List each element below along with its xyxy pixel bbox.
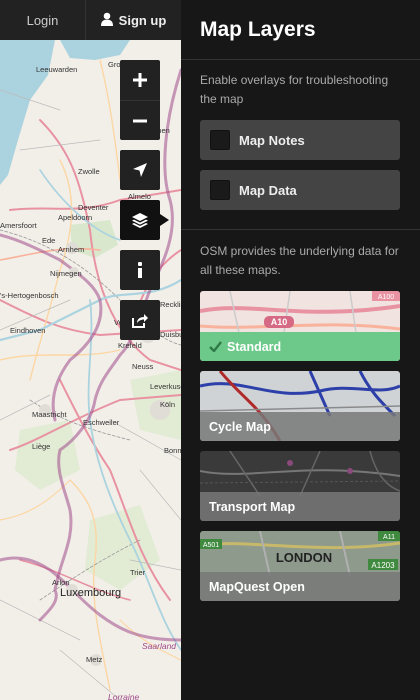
checkmark-icon [209,341,222,352]
city-label: Eindhoven [10,326,46,335]
city-label: Deventer [78,203,109,212]
layer-standard[interactable]: A100 A10 Standard [200,291,400,361]
plus-icon [133,73,147,87]
signup-button[interactable]: Sign up [86,0,181,40]
map-notes-checkbox[interactable] [210,130,230,150]
divider [181,229,420,230]
overlay-label: Map Data [239,182,297,198]
layer-label: Standard [227,339,282,354]
city-label: Amersfoort [0,221,37,230]
layer-label-bar: Standard [200,332,400,361]
city-label: Arnhem [58,245,85,254]
share-button[interactable] [120,300,160,340]
layer-label-bar: Transport Map [200,492,400,521]
overlay-map-notes[interactable]: Map Notes [200,120,400,160]
city-label: Arlon [52,578,70,587]
city-label: Duisburg [160,330,181,339]
divider [181,59,420,60]
city-label: Bonn [164,446,181,455]
top-bar: Login Sign up [0,0,181,40]
locate-button[interactable] [120,150,160,190]
map-data-checkbox[interactable] [210,180,230,200]
city-label: Recklinghausen [160,300,181,309]
layer-cycle-map[interactable]: Cycle Map [200,371,400,441]
layers-intro: OSM provides the underlying data for all… [200,244,399,277]
minus-icon [133,119,147,122]
city-label: Liège [32,442,51,451]
city-label: Metz [86,655,103,664]
city-label: Eschweiler [83,418,120,427]
city-label: Krefeld [118,341,142,350]
info-icon [138,262,142,278]
layers-button[interactable] [120,200,169,240]
panel-title: Map Layers [200,18,316,41]
layer-transport-map[interactable]: Transport Map [200,451,400,521]
thumb-city-label: LONDON [276,550,332,565]
zoom-in-button[interactable] [120,60,160,100]
layer-mapquest-open[interactable]: A501 A11 A1203 LONDON MapQuest Open [200,531,400,601]
city-label: Nijmegen [50,269,82,278]
layer-label: MapQuest Open [209,579,305,594]
region-label: Lorraine [108,692,140,700]
layer-label: Transport Map [209,499,296,514]
thumb-road-a: A501 [203,542,219,549]
info-button[interactable] [120,250,160,290]
overlays-intro: Enable overlays for troubleshooting the … [200,73,389,106]
city-label: Apeldoorn [58,213,93,222]
share-icon [132,313,148,328]
city-label: Zwolle [78,167,100,176]
login-button[interactable]: Login [0,0,86,40]
location-arrow-icon [133,163,147,177]
city-label: Köln [160,400,176,409]
overlay-map-data[interactable]: Map Data [200,170,400,210]
overlay-label: Map Notes [239,132,305,148]
layers-icon [132,212,148,228]
thumb-road-c: A11 [383,534,395,541]
city-label: Leverkusen [150,382,181,391]
thumb-road-b: A1203 [371,561,395,570]
city-label: Trier [130,568,146,577]
city-label: Leeuwarden [36,65,78,74]
layer-label-bar: MapQuest Open [200,572,400,601]
login-label: Login [26,12,59,28]
user-icon [100,12,113,29]
city-label: Neuss [132,362,154,371]
city-label: Luxembourg [60,587,122,599]
city-label: 's-Hertogenbosch [0,291,59,300]
region-label: Saarland [142,641,177,651]
map-layers-panel: Map Layers Enable overlays for troublesh… [181,0,420,700]
city-label: Ede [42,236,56,245]
signup-label: Sign up [118,12,167,28]
layer-label: Cycle Map [209,419,271,434]
zoom-out-button[interactable] [120,100,160,140]
layer-label-bar: Cycle Map [200,412,400,441]
city-label: Maastricht [32,410,67,419]
thumb-extra-label: A100 [378,294,394,301]
thumb-road-label: A10 [271,317,288,327]
